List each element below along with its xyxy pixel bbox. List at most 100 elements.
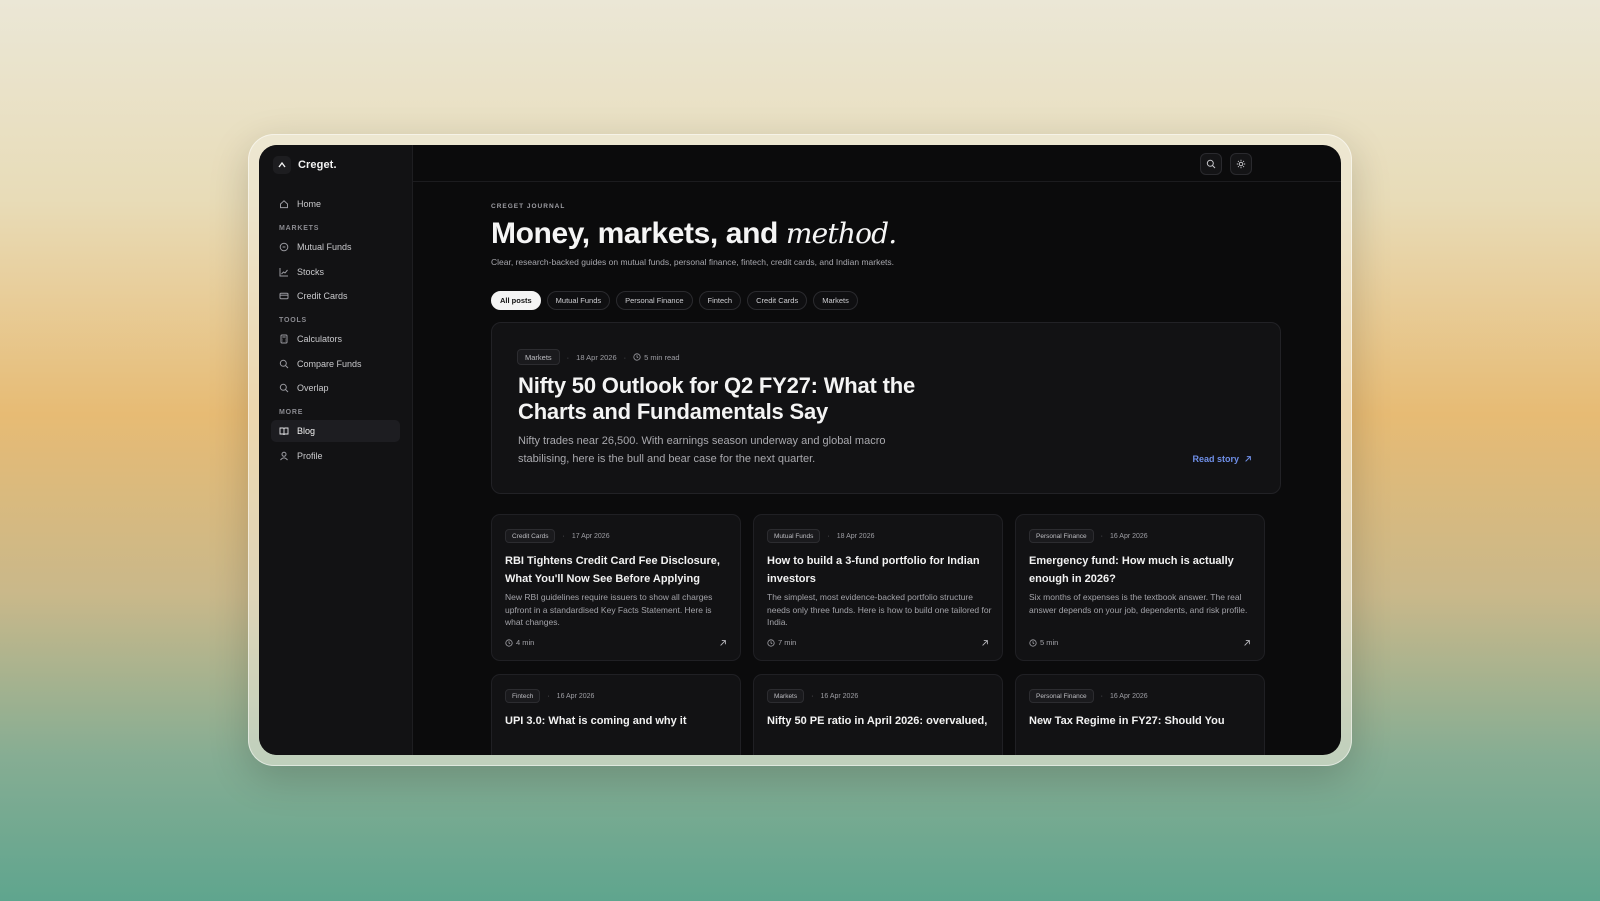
category-tag: Personal Finance (1029, 529, 1094, 543)
eyebrow-label: CREGET JOURNAL (491, 203, 566, 210)
sidebar-item-label: Profile (297, 450, 323, 461)
sidebar-item-label: Home (297, 199, 322, 209)
separator-dot: · (566, 352, 570, 362)
post-title[interactable]: UPI 3.0: What is coming and why it (505, 712, 727, 730)
sidebar-item-label: Blog (297, 426, 316, 436)
separator-dot: · (547, 692, 550, 700)
category-tag: Fintech (505, 689, 541, 703)
separator-dot: · (1100, 532, 1103, 540)
blog-content: CREGET JOURNAL Money, markets, and metho… (491, 203, 1281, 755)
sidebar-item-credit-cards[interactable]: Credit Cards (271, 285, 400, 307)
sidebar-item-label: Overlap (297, 383, 329, 393)
nav-section-more: MORE (279, 409, 304, 416)
arrow-up-right-icon[interactable] (1243, 639, 1251, 647)
clock-icon (767, 638, 778, 647)
post-grid: Credit Cards · 17 Apr 2026 RBI Tightens … (491, 514, 1281, 755)
arrow-up-right-icon[interactable] (719, 639, 727, 647)
sidebar-item-calculators[interactable]: Calculators (271, 328, 400, 350)
arrow-up-right-icon[interactable] (981, 639, 989, 647)
featured-post[interactable]: Markets · 18 Apr 2026 · 5 min read Nifty… (491, 322, 1281, 494)
filter-fintech[interactable]: Fintech (698, 291, 742, 310)
post-date: 18 Apr 2026 (576, 352, 617, 362)
top-bar (413, 145, 1341, 182)
post-title[interactable]: Nifty 50 PE ratio in April 2026: overval… (767, 712, 989, 730)
post-meta: Personal Finance · 16 Apr 2026 (1029, 689, 1148, 703)
filter-personal-finance[interactable]: Personal Finance (616, 291, 693, 310)
post-meta: Mutual Funds · 18 Apr 2026 (767, 529, 875, 543)
sidebar-nav: Home MARKETS Mutual Funds Stocks Credit (259, 185, 412, 467)
sidebar-item-mutual-funds[interactable]: Mutual Funds (271, 236, 400, 258)
post-footer: 5 min (1029, 638, 1251, 647)
user-icon (279, 451, 289, 461)
read-story-label: Read story (1192, 454, 1239, 464)
sidebar-item-stocks[interactable]: Stocks (271, 261, 400, 283)
post-date: 16 Apr 2026 (1109, 692, 1148, 700)
post-title[interactable]: RBI Tightens Credit Card Fee Disclosure,… (505, 552, 727, 588)
separator-dot: · (562, 532, 565, 540)
theme-toggle-button[interactable] (1230, 153, 1252, 175)
sidebar-item-compare-funds[interactable]: Compare Funds (271, 353, 400, 375)
filter-markets[interactable]: Markets (813, 291, 858, 310)
featured-title[interactable]: Nifty 50 Outlook for Q2 FY27: What the C… (518, 373, 958, 425)
search-icon (279, 359, 289, 369)
category-tag: Markets (767, 689, 805, 703)
featured-description: Nifty trades near 26,500. With earnings … (518, 435, 886, 465)
post-date: 16 Apr 2026 (820, 692, 859, 700)
post-description: The simplest, most evidence-backed portf… (767, 592, 992, 627)
sidebar-item-overlap[interactable]: Overlap (271, 377, 400, 399)
brand[interactable]: Creget. (259, 145, 412, 185)
sidebar-item-home[interactable]: Home (271, 193, 400, 215)
logo-icon (273, 156, 291, 174)
credit-card-icon (279, 291, 289, 301)
app-window: Creget. Home MARKETS Mutual Funds Stocks… (259, 145, 1341, 755)
chart-line-icon (279, 267, 289, 277)
post-meta: Markets · 18 Apr 2026 · 5 min read (517, 349, 680, 365)
clock-icon (505, 638, 516, 647)
post-title[interactable]: Emergency fund: How much is actually eno… (1029, 552, 1251, 588)
filter-credit-cards[interactable]: Credit Cards (747, 291, 808, 310)
filter-all-posts[interactable]: All posts (491, 291, 541, 310)
read-story-link[interactable]: Read story (1192, 454, 1252, 464)
clock-icon (1029, 638, 1040, 647)
read-time: 5 min read (633, 352, 680, 362)
page-title: Money, markets, and method. (491, 216, 1281, 252)
read-time: 4 min (505, 638, 534, 647)
sidebar-item-label: Compare Funds (297, 358, 362, 369)
post-card[interactable]: Personal Finance · 16 Apr 2026 New Tax R… (1015, 674, 1265, 755)
sidebar-item-blog[interactable]: Blog (271, 420, 400, 442)
search-icon (279, 383, 289, 393)
page-subtitle: Clear, research-backed guides on mutual … (491, 257, 895, 267)
sidebar-item-label: Stocks (297, 266, 325, 277)
post-title[interactable]: How to build a 3-fund portfolio for Indi… (767, 552, 989, 588)
post-meta: Markets · 16 Apr 2026 (767, 689, 858, 703)
post-description: New RBI guidelines require issuers to sh… (505, 592, 713, 627)
post-footer: 7 min (767, 638, 989, 647)
sun-icon (1236, 159, 1246, 169)
book-icon (279, 426, 289, 436)
nav-section-markets: MARKETS (279, 225, 320, 232)
search-button[interactable] (1200, 153, 1222, 175)
post-card[interactable]: Mutual Funds · 18 Apr 2026 How to build … (753, 514, 1003, 661)
filter-mutual-funds[interactable]: Mutual Funds (546, 291, 611, 310)
post-date: 16 Apr 2026 (556, 692, 595, 700)
sidebar-item-label: Calculators (297, 334, 343, 344)
brand-name: Creget. (298, 159, 337, 171)
post-card[interactable]: Personal Finance · 16 Apr 2026 Emergency… (1015, 514, 1265, 661)
sidebar-item-profile[interactable]: Profile (271, 445, 400, 467)
read-time: 5 min (1029, 638, 1058, 647)
sidebar-item-label: Credit Cards (297, 291, 348, 301)
post-card[interactable]: Markets · 16 Apr 2026 Nifty 50 PE ratio … (753, 674, 1003, 755)
separator-dot: · (1100, 692, 1103, 700)
coin-icon (279, 242, 289, 252)
post-card[interactable]: Credit Cards · 17 Apr 2026 RBI Tightens … (491, 514, 741, 661)
category-tag: Markets (517, 349, 560, 365)
category-filters: All posts Mutual Funds Personal Finance … (491, 291, 1281, 310)
arrow-up-right-icon (1239, 455, 1252, 463)
read-time: 7 min (767, 638, 796, 647)
home-icon (279, 199, 289, 209)
read-time-text: 4 min (516, 638, 535, 647)
post-title[interactable]: New Tax Regime in FY27: Should You (1029, 712, 1251, 730)
post-card[interactable]: Fintech · 16 Apr 2026 UPI 3.0: What is c… (491, 674, 741, 755)
read-time-text: 5 min read (644, 352, 680, 362)
page-title-accent: method. (785, 217, 897, 250)
